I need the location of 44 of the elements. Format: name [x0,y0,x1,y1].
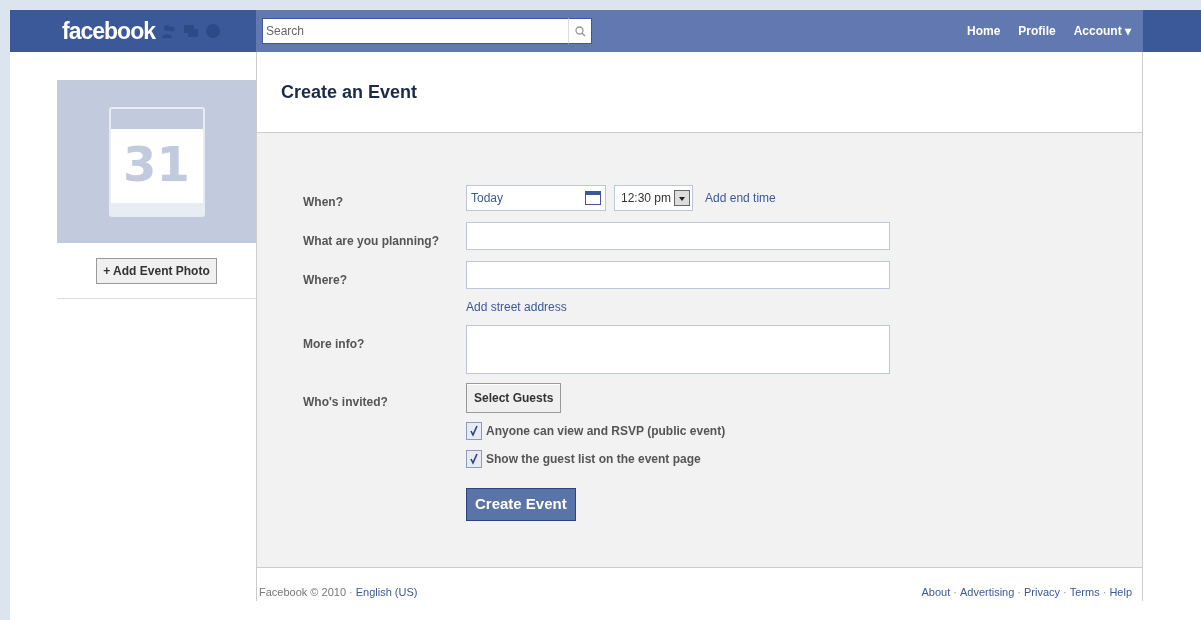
time-dropdown[interactable]: 12:30 pm [614,185,694,211]
separator-dot: · [1017,585,1021,600]
calendar-day: 31 [110,128,203,203]
select-guests-button[interactable]: Select Guests [466,383,562,413]
logo[interactable]: facebook [62,13,155,49]
field-label: More info? [303,337,365,351]
add-end-time-link[interactable]: Add end time [705,189,776,207]
checkbox[interactable] [466,422,482,440]
footer-link[interactable]: Help [1109,584,1132,601]
checkbox-label: Anyone can view and RSVP (public event) [486,423,726,440]
separator-dot: · [1063,585,1067,600]
field-label: Where? [303,273,347,287]
text-field[interactable] [466,222,890,250]
add-event-photo-button[interactable]: + Add Event Photo [96,258,217,284]
nav-link[interactable]: Home [966,22,1001,40]
search-button[interactable] [568,18,592,44]
separator-dot: · [1102,585,1107,600]
footer-link[interactable]: Advertising [959,584,1015,601]
footer-link[interactable]: About [921,584,951,601]
page-title: Create an Event [281,80,418,104]
field-label: Who's invited? [303,395,388,409]
footer-link[interactable]: Terms [1069,584,1100,601]
checkbox[interactable] [466,450,482,468]
search-field[interactable]: Search [262,18,568,44]
nav-link[interactable]: Profile [1018,22,1056,40]
separator-dot: · [349,585,353,600]
check-icon [469,453,479,465]
nav-link[interactable]: Account ▾ [1073,22,1131,40]
checkbox-label: Show the guest list on the event page [486,451,701,468]
footer-link[interactable]: Privacy [1024,584,1061,601]
add-street-address-link[interactable]: Add street address [466,298,567,316]
footer-link[interactable]: English (US) [355,584,418,601]
field-label: When? [303,195,343,209]
copyright-text: Facebook © 2010 [259,585,346,600]
more-info-field[interactable] [466,325,890,374]
field-label: What are you planning? [303,234,439,248]
check-icon [469,425,479,437]
calendar-icon[interactable] [585,191,601,205]
separator-dot: · [953,585,957,600]
text-field[interactable] [466,261,890,289]
search-icon[interactable] [574,25,586,37]
date-field[interactable]: Today [466,185,606,211]
create-event-button[interactable]: Create Event [466,488,576,521]
caret-icon [674,190,691,206]
